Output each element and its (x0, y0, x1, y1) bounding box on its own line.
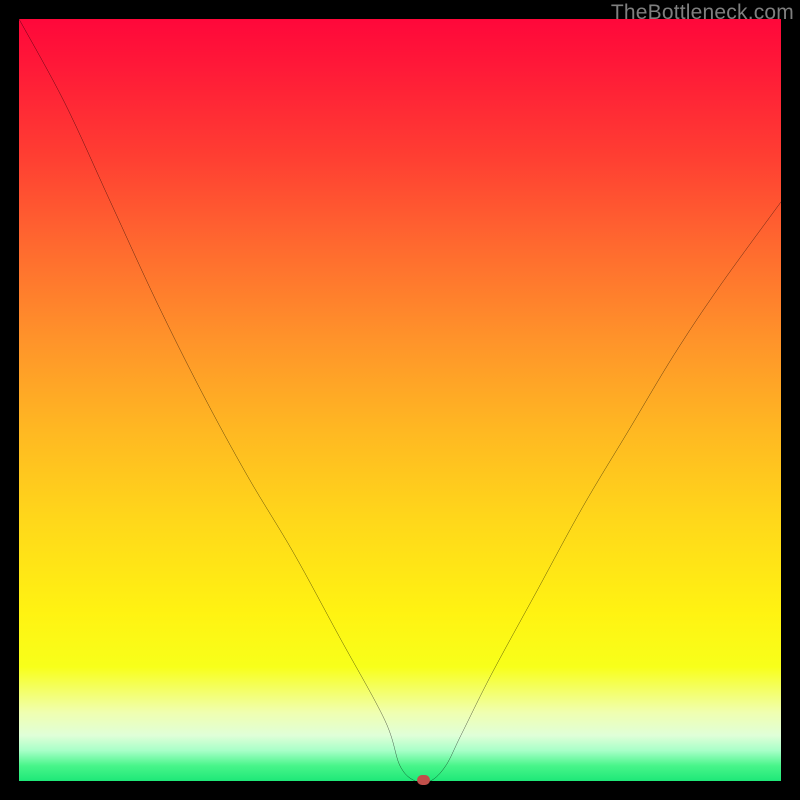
bottleneck-curve (19, 19, 781, 781)
optimal-point-marker (417, 775, 430, 785)
watermark-text: TheBottleneck.com (611, 1, 794, 25)
plot-area (19, 19, 781, 781)
chart-frame: TheBottleneck.com (0, 0, 800, 800)
